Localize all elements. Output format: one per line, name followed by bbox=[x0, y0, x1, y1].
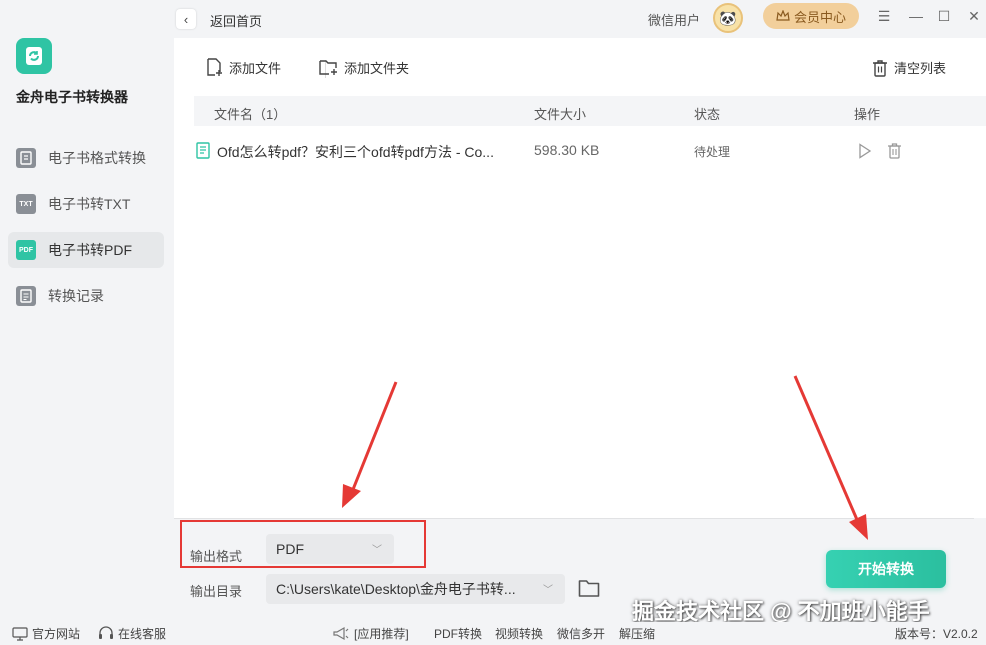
add-folder-icon bbox=[319, 60, 337, 75]
sidebar-item-label: 电子书转TXT bbox=[48, 196, 131, 212]
monitor-icon bbox=[12, 626, 28, 641]
chevron-down-icon: ﹀ bbox=[543, 585, 553, 596]
table-header: 文件名（1） 文件大小 状态 操作 bbox=[194, 96, 986, 126]
top-bar: ‹ 返回首页 微信用户 🐼 会员中心 ☰ — ☐ ✕ bbox=[174, 0, 986, 38]
link-video-convert[interactable]: 视频转换 bbox=[495, 625, 543, 642]
recommend-label: [应用推荐] bbox=[354, 627, 409, 641]
column-name-header: 文件名（1） bbox=[214, 107, 287, 122]
online-support-link[interactable]: 在线客服 bbox=[98, 625, 166, 642]
start-convert-button[interactable]: 开始转换 bbox=[826, 550, 946, 588]
sidebar-item-format-convert[interactable]: 电子书格式转换 bbox=[8, 140, 164, 176]
online-support-label: 在线客服 bbox=[118, 627, 167, 641]
official-website-label: 官方网站 bbox=[32, 627, 81, 641]
output-format-label: 输出格式 bbox=[190, 549, 243, 564]
column-size-header: 文件大小 bbox=[534, 107, 587, 122]
official-website-link[interactable]: 官方网站 bbox=[12, 625, 80, 642]
sidebar: 金舟电子书转换器 电子书格式转换 TXT 电子书转TXT PDF 电子书转PDF… bbox=[0, 0, 174, 622]
output-directory-value: C:\Users\kate\Desktop\金舟电子书转... bbox=[276, 581, 516, 597]
book-convert-icon bbox=[16, 148, 36, 168]
sidebar-item-label: 电子书转PDF bbox=[48, 242, 132, 258]
output-format-select[interactable]: PDF ﹀ bbox=[266, 534, 394, 564]
vip-center-label: 会员中心 bbox=[793, 9, 846, 25]
divider bbox=[174, 518, 974, 519]
output-directory-label: 输出目录 bbox=[190, 584, 243, 599]
close-icon[interactable]: ✕ bbox=[966, 8, 982, 25]
headset-icon bbox=[99, 626, 113, 639]
sidebar-item-history[interactable]: 转换记录 bbox=[8, 278, 164, 314]
maximize-icon[interactable]: ☐ bbox=[936, 8, 952, 25]
recommend-apps: [应用推荐] bbox=[332, 625, 409, 642]
trash-icon bbox=[873, 59, 887, 77]
play-icon[interactable] bbox=[858, 143, 872, 159]
column-action-header: 操作 bbox=[854, 107, 881, 122]
add-folder-label: 添加文件夹 bbox=[344, 61, 410, 76]
clear-list-label: 清空列表 bbox=[894, 61, 947, 76]
document-icon bbox=[196, 142, 210, 159]
main-panel: 添加文件 添加文件夹 清空列表 文件名（1） 文件大小 状态 操作 Ofd怎么转… bbox=[174, 38, 986, 518]
output-directory-select[interactable]: C:\Users\kate\Desktop\金舟电子书转... ﹀ bbox=[266, 574, 565, 604]
vip-center-button[interactable]: 会员中心 bbox=[763, 3, 859, 29]
file-size: 598.30 KB bbox=[534, 142, 600, 158]
clear-list-button[interactable]: 清空列表 bbox=[872, 58, 946, 77]
status-bar: 官方网站 在线客服 [应用推荐] PDF转换 视频转换 微信多开 解压缩 版本号… bbox=[0, 622, 986, 645]
app-name: 金舟电子书转换器 bbox=[16, 89, 128, 105]
link-wechat-multi[interactable]: 微信多开 bbox=[557, 625, 605, 642]
megaphone-icon bbox=[333, 626, 349, 641]
output-format-value: PDF bbox=[276, 541, 304, 557]
version-label: 版本号：V2.0.2 bbox=[895, 627, 978, 641]
sidebar-item-label: 电子书格式转换 bbox=[48, 150, 146, 166]
user-name: 微信用户 bbox=[648, 13, 701, 28]
back-icon[interactable]: ‹ bbox=[176, 9, 196, 29]
history-icon bbox=[16, 286, 36, 306]
delete-icon[interactable] bbox=[887, 142, 902, 159]
add-file-icon bbox=[207, 58, 222, 76]
sidebar-item-to-pdf[interactable]: PDF 电子书转PDF bbox=[8, 232, 164, 268]
link-pdf-convert[interactable]: PDF转换 bbox=[434, 625, 482, 642]
pdf-icon: PDF bbox=[16, 240, 36, 260]
file-name: Ofd怎么转pdf？安利三个ofd转pdf方法 - Co... bbox=[217, 144, 494, 160]
avatar[interactable]: 🐼 bbox=[713, 3, 743, 33]
table-row[interactable]: Ofd怎么转pdf？安利三个ofd转pdf方法 - Co... 598.30 K… bbox=[194, 134, 986, 168]
back-home-link[interactable]: 返回首页 bbox=[210, 11, 262, 30]
menu-icon[interactable]: ☰ bbox=[876, 8, 892, 25]
column-status-header: 状态 bbox=[694, 107, 721, 122]
file-status: 待处理 bbox=[694, 145, 731, 159]
crown-icon bbox=[776, 10, 790, 21]
folder-icon[interactable] bbox=[578, 578, 600, 598]
output-settings: 输出格式 PDF ﹀ 输出目录 C:\Users\kate\Desktop\金舟… bbox=[174, 518, 986, 624]
add-file-button[interactable]: 添加文件 bbox=[206, 58, 281, 77]
chevron-down-icon: ﹀ bbox=[372, 545, 382, 556]
link-unzip[interactable]: 解压缩 bbox=[619, 625, 655, 642]
app-logo-icon bbox=[16, 38, 52, 74]
minimize-icon[interactable]: — bbox=[908, 8, 924, 24]
sidebar-item-to-txt[interactable]: TXT 电子书转TXT bbox=[8, 186, 164, 222]
add-folder-button[interactable]: 添加文件夹 bbox=[319, 58, 409, 77]
add-file-label: 添加文件 bbox=[229, 61, 282, 76]
sidebar-item-label: 转换记录 bbox=[48, 288, 104, 304]
txt-icon: TXT bbox=[16, 194, 36, 214]
